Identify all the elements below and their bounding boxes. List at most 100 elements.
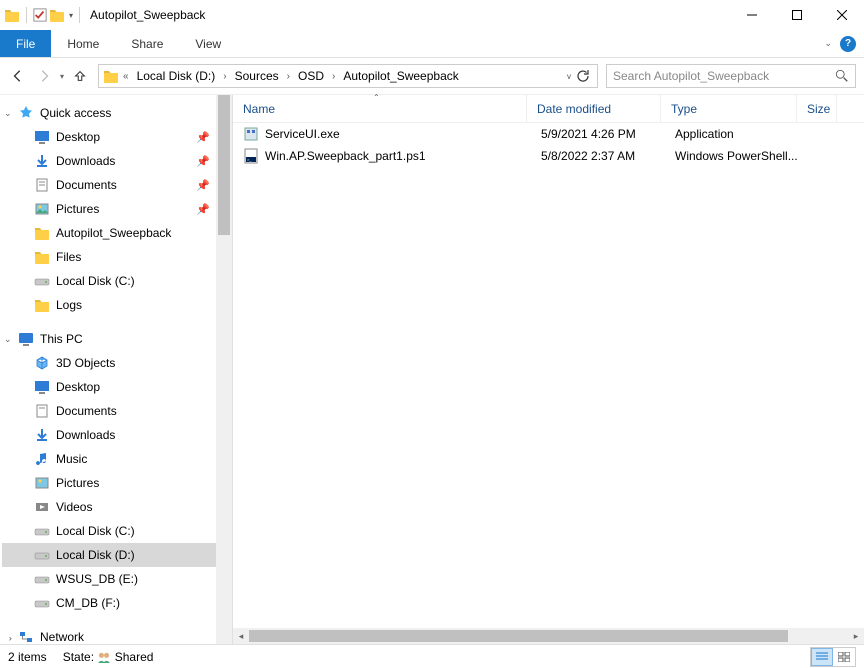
title-bar: ▾ Autopilot_Sweepback [0,0,864,30]
chevron-right-icon[interactable]: › [221,71,228,82]
chevron-right-icon[interactable]: ⌄ [4,632,15,642]
column-header-name[interactable]: Name [233,95,527,122]
tree-item-drive-e[interactable]: WSUS_DB (E:) [2,567,232,591]
desktop-icon [34,379,50,395]
status-bar: 2 items State: Shared [0,644,864,668]
qat-dropdown-icon[interactable]: ▾ [69,11,73,20]
tree-label: WSUS_DB (E:) [56,572,138,586]
main-pane: ⌄ Quick access Desktop📌 Downloads📌 Docum… [0,94,864,644]
tree-item-videos[interactable]: Videos [2,495,232,519]
search-input[interactable]: Search Autopilot_Sweepback [606,64,856,88]
tree-item-folder[interactable]: Logs [2,293,232,317]
music-icon [34,451,50,467]
search-placeholder: Search Autopilot_Sweepback [613,69,835,83]
file-tab[interactable]: File [0,30,51,57]
pictures-icon [34,475,50,491]
scroll-right-icon[interactable]: ▸ [848,628,864,644]
ribbon-expand-icon[interactable]: ⌄ [824,38,832,49]
tree-item-folder[interactable]: Autopilot_Sweepback [2,221,232,245]
tree-quick-access[interactable]: ⌄ Quick access [2,101,232,125]
chevron-right-icon[interactable]: › [285,71,292,82]
file-row[interactable]: >_ Win.AP.Sweepback_part1.ps1 5/8/2022 2… [233,145,864,167]
file-row[interactable]: ServiceUI.exe 5/9/2021 4:26 PM Applicati… [233,123,864,145]
tree-scrollbar[interactable] [216,95,232,644]
tree-label: Quick access [40,106,111,120]
horizontal-scrollbar[interactable]: ◂ ▸ [233,628,864,644]
maximize-button[interactable] [774,0,819,30]
thumbnails-view-button[interactable] [833,648,855,666]
ribbon: File Home Share View ⌄ ? [0,30,864,58]
file-date: 5/9/2021 4:26 PM [541,127,675,141]
file-list[interactable]: ServiceUI.exe 5/9/2021 4:26 PM Applicati… [233,123,864,628]
tree-label: Desktop [56,380,100,394]
tree-item-drive[interactable]: Local Disk (C:) [2,269,232,293]
tab-share[interactable]: Share [115,30,179,57]
tree-item-drive-c[interactable]: Local Disk (C:) [2,519,232,543]
tree-label: Local Disk (D:) [56,548,135,562]
forward-button[interactable] [34,66,54,86]
column-header-size[interactable]: Size [797,95,837,122]
breadcrumb[interactable]: Sources [229,65,285,87]
navigation-tree[interactable]: ⌄ Quick access Desktop📌 Downloads📌 Docum… [0,95,232,644]
cube-icon [34,355,50,371]
tree-item-pictures[interactable]: Pictures📌 [2,197,232,221]
chevron-right-icon[interactable]: « [121,71,131,82]
breadcrumb[interactable]: Autopilot_Sweepback [337,65,464,87]
breadcrumb[interactable]: Local Disk (D:) [131,65,222,87]
tree-item-desktop[interactable]: Desktop📌 [2,125,232,149]
tab-home[interactable]: Home [51,30,115,57]
recent-locations-icon[interactable]: ▾ [60,72,64,81]
address-bar[interactable]: « Local Disk (D:) › Sources › OSD › Auto… [98,64,598,88]
chevron-down-icon[interactable]: ⌄ [4,334,14,345]
column-header-date[interactable]: Date modified [527,95,661,122]
folder-icon[interactable] [49,7,65,23]
view-toggle [810,647,856,667]
tree-item-documents[interactable]: Documents📌 [2,173,232,197]
close-button[interactable] [819,0,864,30]
tree-item-music[interactable]: Music [2,447,232,471]
pin-icon: 📌 [196,155,210,168]
pictures-icon [34,201,50,217]
tree-item-documents[interactable]: Documents [2,399,232,423]
up-button[interactable] [70,66,90,86]
tree-item-3dobjects[interactable]: 3D Objects [2,351,232,375]
column-headers: ⌃ Name Date modified Type Size [233,95,864,123]
file-name: Win.AP.Sweepback_part1.ps1 [265,149,541,163]
chevron-right-icon[interactable]: › [330,71,337,82]
scroll-left-icon[interactable]: ◂ [233,628,249,644]
svg-text:>_: >_ [247,157,252,162]
tree-item-pictures[interactable]: Pictures [2,471,232,495]
tree-label: Files [56,250,81,264]
help-icon[interactable]: ? [840,36,856,52]
computer-icon [18,331,34,347]
address-dropdown-icon[interactable]: v [567,72,571,81]
downloads-icon [34,153,50,169]
breadcrumb[interactable]: OSD [292,65,330,87]
tree-item-drive-d[interactable]: Local Disk (D:) [2,543,232,567]
tree-item-folder[interactable]: Files [2,245,232,269]
details-view-button[interactable] [811,648,833,666]
tree-item-desktop[interactable]: Desktop [2,375,232,399]
refresh-icon[interactable] [575,68,591,84]
checkbox-icon[interactable] [33,8,47,22]
tree-item-drive-f[interactable]: CM_DB (F:) [2,591,232,615]
back-button[interactable] [8,66,28,86]
tab-view[interactable]: View [179,30,237,57]
column-header-type[interactable]: Type [661,95,797,122]
drive-icon [34,523,50,539]
tree-label: Network [40,630,84,644]
folder-icon [34,225,50,241]
tree-item-downloads[interactable]: Downloads [2,423,232,447]
ps1-icon: >_ [243,148,259,164]
tree-label: 3D Objects [56,356,115,370]
tree-network[interactable]: ⌄ Network [2,625,232,644]
chevron-down-icon[interactable]: ⌄ [4,108,14,119]
tree-label: Local Disk (C:) [56,524,135,538]
shared-icon [97,651,111,663]
tree-label: Autopilot_Sweepback [56,226,171,240]
tree-this-pc[interactable]: ⌄ This PC [2,327,232,351]
exe-icon [243,126,259,142]
minimize-button[interactable] [729,0,774,30]
tree-item-downloads[interactable]: Downloads📌 [2,149,232,173]
file-name: ServiceUI.exe [265,127,541,141]
